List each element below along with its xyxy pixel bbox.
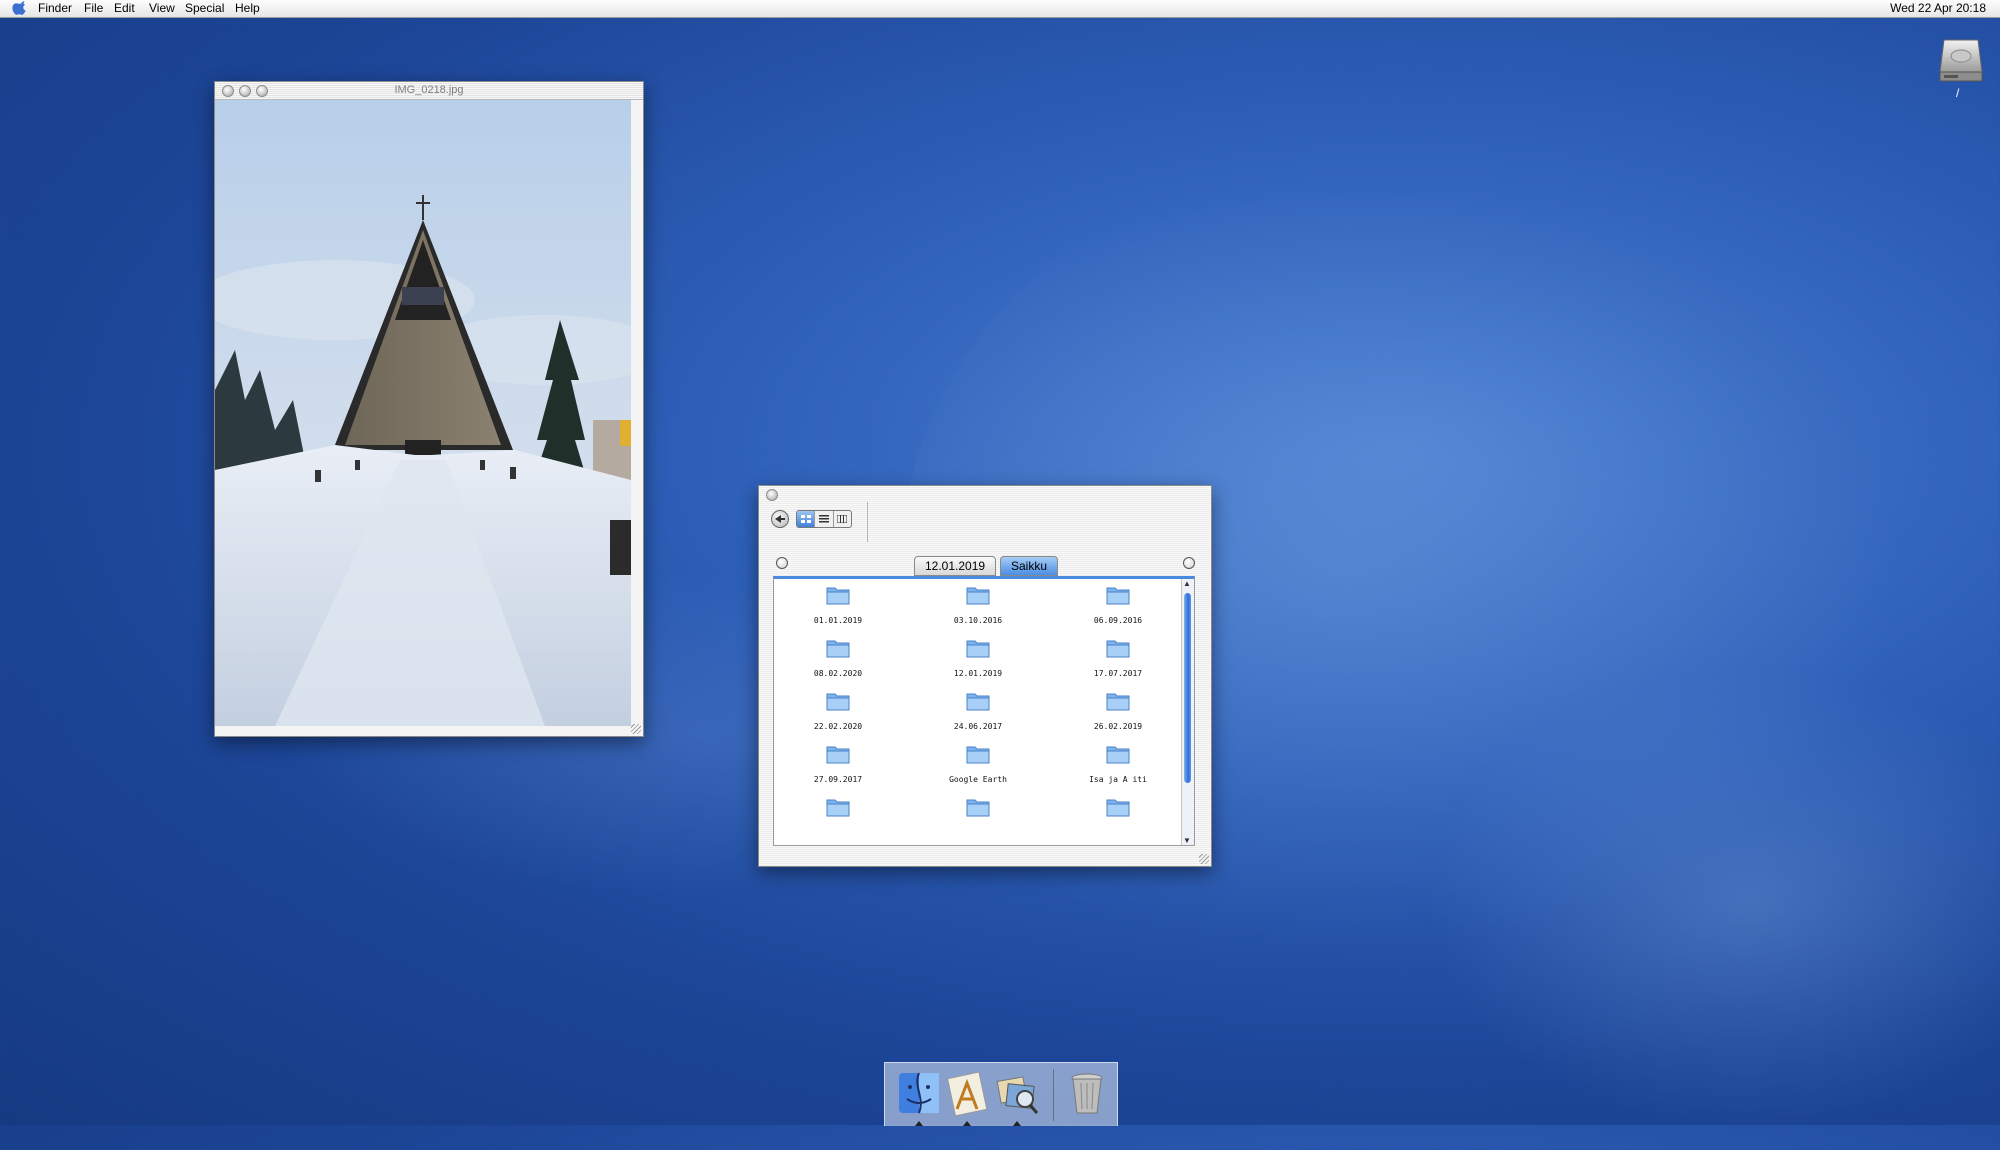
- hard-drive-label: /: [1956, 86, 1960, 100]
- folder-item[interactable]: 27.09.2017: [778, 738, 898, 784]
- folder-icon: [966, 799, 990, 817]
- folder-item[interactable]: [918, 791, 1038, 828]
- folder-item[interactable]: 12.01.2019: [918, 632, 1038, 678]
- finder-content: 01.01.2019 03.10.2016 06.09.2016 08.02.2020…: [773, 576, 1195, 846]
- toolbar-separator: [867, 502, 868, 542]
- folder-item[interactable]: [778, 791, 898, 828]
- trash-icon[interactable]: [1063, 1069, 1111, 1117]
- column-view-icon: [837, 515, 848, 523]
- finder-toolbar: [759, 502, 1211, 550]
- folder-label: 24.06.2017: [953, 722, 1003, 731]
- back-button[interactable]: [771, 510, 789, 528]
- icon-view-button[interactable]: [797, 511, 816, 527]
- vertical-scrollbar[interactable]: ▲ ▼: [1181, 579, 1194, 845]
- column-view-button[interactable]: [834, 511, 851, 527]
- path-tab-current[interactable]: Saikku: [1000, 556, 1059, 576]
- folder-icon: [826, 640, 850, 658]
- back-arrow-icon: [775, 515, 785, 523]
- folder-icon: [1106, 587, 1130, 605]
- menu-help[interactable]: Help: [235, 1, 260, 15]
- folder-icon: [826, 746, 850, 764]
- path-tab-parent[interactable]: 12.01.2019: [914, 556, 997, 576]
- folder-icon: [826, 799, 850, 817]
- folder-label: 22.02.2020: [813, 722, 863, 731]
- folder-label: 03.10.2016: [953, 616, 1003, 625]
- preview-icon[interactable]: [993, 1069, 1041, 1117]
- finder-resize-grip[interactable]: [1199, 854, 1209, 864]
- folder-item[interactable]: Isa ja A iti: [1058, 738, 1178, 784]
- apple-icon[interactable]: [12, 1, 26, 15]
- folder-label: 12.01.2019: [953, 669, 1003, 678]
- scroll-down-icon[interactable]: ▼: [1183, 836, 1191, 845]
- menu-file[interactable]: File: [84, 1, 103, 15]
- folder-label: Isa ja A iti: [1089, 775, 1147, 784]
- folder-label: 17.07.2017: [1093, 669, 1143, 678]
- menu-bar: Finder File Edit View Special Help Wed 2…: [0, 0, 2000, 18]
- icon-view-icon: [800, 515, 811, 523]
- running-indicator: [963, 1121, 971, 1126]
- menu-clock[interactable]: Wed 22 Apr 20:18: [1890, 1, 1986, 15]
- folder-label: 01.01.2019: [813, 616, 863, 625]
- church-photo: [215, 100, 631, 726]
- folder-item[interactable]: 24.06.2017: [918, 685, 1038, 731]
- folder-label: 08.02.2020: [813, 669, 863, 678]
- folder-item[interactable]: 03.10.2016: [918, 579, 1038, 625]
- view-segment-control: [796, 510, 852, 528]
- folder-item[interactable]: 17.07.2017: [1058, 632, 1178, 678]
- dock-separator: [1053, 1069, 1054, 1121]
- folder-item[interactable]: 22.02.2020: [778, 685, 898, 731]
- image-window-title: IMG_0218.jpg: [394, 84, 464, 96]
- path-right-button[interactable]: [1183, 557, 1195, 569]
- menu-finder[interactable]: Finder: [38, 1, 72, 15]
- folder-label: 26.02.2019: [1093, 722, 1143, 731]
- folder-item[interactable]: [1058, 791, 1178, 828]
- menu-edit[interactable]: Edit: [114, 1, 135, 15]
- menu-special[interactable]: Special: [185, 1, 224, 15]
- folder-icon: [1106, 640, 1130, 658]
- scroll-thumb[interactable]: [1184, 593, 1191, 783]
- folder-item[interactable]: 08.02.2020: [778, 632, 898, 678]
- finder-close-button[interactable]: [766, 489, 778, 501]
- image-window-titlebar[interactable]: IMG_0218.jpg: [215, 82, 643, 100]
- text-edit-icon[interactable]: [943, 1069, 991, 1117]
- folder-icon: [966, 587, 990, 605]
- folder-icon: [826, 587, 850, 605]
- folder-item[interactable]: 06.09.2016: [1058, 579, 1178, 625]
- folder-item[interactable]: 01.01.2019: [778, 579, 898, 625]
- image-window-resize-grip[interactable]: [631, 724, 641, 734]
- folder-label: Google Earth: [949, 775, 1007, 784]
- running-indicator: [915, 1121, 923, 1126]
- menu-view[interactable]: View: [149, 1, 175, 15]
- folder-icon: [1106, 799, 1130, 817]
- list-view-icon: [818, 515, 829, 523]
- folder-icon: [966, 693, 990, 711]
- finder-window: 12.01.2019 Saikku 01.01.2019 03.10.2016 06…: [758, 485, 1212, 867]
- folder-label: 27.09.2017: [813, 775, 863, 784]
- folder-icon: [966, 746, 990, 764]
- hard-drive-icon[interactable]: [1938, 36, 1984, 84]
- dock: [884, 1062, 1118, 1126]
- running-indicator: [1013, 1121, 1021, 1126]
- path-left-button[interactable]: [776, 557, 788, 569]
- folder-icon: [826, 693, 850, 711]
- folder-icon: [1106, 746, 1130, 764]
- folder-label: 06.09.2016: [1093, 616, 1143, 625]
- folder-icon: [966, 640, 990, 658]
- folder-item[interactable]: 26.02.2019: [1058, 685, 1178, 731]
- image-window: IMG_0218.jpg: [214, 81, 644, 737]
- folder-item[interactable]: Google Earth: [918, 738, 1038, 784]
- list-view-button[interactable]: [815, 511, 834, 527]
- finder-icon[interactable]: [895, 1069, 943, 1117]
- scroll-up-icon[interactable]: ▲: [1183, 579, 1191, 588]
- folder-icon: [1106, 693, 1130, 711]
